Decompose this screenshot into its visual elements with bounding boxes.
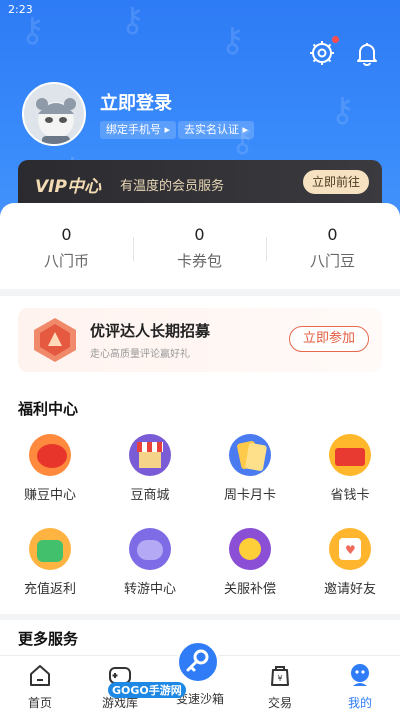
save-money-card-icon: [329, 434, 371, 476]
stat-beans[interactable]: 0 八门豆: [266, 225, 399, 271]
verify-identity-link[interactable]: 去实名认证 ▸: [178, 121, 255, 139]
home-icon: [30, 665, 50, 686]
reviewer-badge-icon: [34, 318, 76, 362]
stat-label: 八门豆: [309, 252, 355, 270]
join-now-button[interactable]: 立即参加: [289, 326, 369, 352]
stat-coupons[interactable]: 0 卡券包: [133, 225, 266, 271]
stat-value: 0: [194, 225, 205, 244]
bind-phone-link[interactable]: 绑定手机号 ▸: [100, 121, 177, 139]
grid-label: 赚豆中心: [23, 488, 76, 503]
invite-friends-icon: ♥: [329, 528, 371, 570]
key-pattern-icon: ⚷: [330, 90, 355, 130]
tab-home[interactable]: 首页: [10, 662, 70, 711]
watermark: GOGO手游网: [108, 682, 186, 698]
settings-icon[interactable]: [309, 40, 335, 66]
week-month-card-icon: [229, 434, 271, 476]
grid-label: 周卡月卡: [223, 488, 276, 503]
recruit-subtitle: 走心高质量评论赢好礼: [90, 349, 190, 360]
recharge-rebate-icon: [29, 528, 71, 570]
tab-profile[interactable]: 我的: [330, 662, 390, 711]
section-title: 更多服务: [18, 630, 79, 648]
grid-label: 充值返利: [23, 582, 76, 597]
speed-sandbox-icon: [186, 649, 209, 672]
key-pattern-icon: ⚷: [20, 10, 45, 50]
welfare-center: 福利中心 赚豆中心 豆商城 周卡月卡 省钱卡 充值返利 转游中心 关服补偿 ♥ …: [0, 382, 400, 614]
tab-label: 我的: [347, 696, 372, 710]
key-pattern-icon: ⚷: [220, 20, 245, 60]
welfare-item-week-month-card[interactable]: 周卡月卡: [210, 434, 290, 503]
bell-icon[interactable]: [354, 40, 380, 66]
grid-label: 省钱卡: [330, 488, 370, 503]
key-pattern-icon: ⚷: [120, 0, 145, 40]
notification-dot: [332, 36, 339, 43]
welfare-item-save-money-card[interactable]: 省钱卡: [310, 434, 390, 503]
vip-subtitle: 有温度的会员服务: [120, 179, 225, 194]
trade-icon: ¥: [271, 666, 289, 686]
status-bar-time: 2:23: [8, 3, 33, 16]
stat-label: 卡券包: [176, 252, 222, 270]
earn-beans-icon: [29, 434, 71, 476]
stat-coins[interactable]: 0 八门币: [0, 225, 133, 271]
transfer-game-icon: [129, 528, 171, 570]
tab-label: 交易: [267, 696, 292, 710]
vip-logo: VIP中心: [35, 177, 101, 197]
grid-label: 关服补偿: [223, 582, 276, 597]
svg-text:¥: ¥: [277, 674, 282, 683]
welfare-item-earn-beans[interactable]: 赚豆中心: [10, 434, 90, 503]
speed-sandbox-button[interactable]: [176, 640, 220, 684]
stat-label: 八门币: [43, 252, 89, 270]
recruit-section: 优评达人长期招募 走心高质量评论赢好礼 立即参加: [0, 296, 400, 382]
welfare-item-recharge-rebate[interactable]: 充值返利: [10, 528, 90, 597]
bean-mall-icon: [129, 434, 171, 476]
stat-value: 0: [61, 225, 72, 244]
vip-go-button[interactable]: 立即前往: [303, 170, 369, 194]
tab-label: 首页: [27, 696, 52, 710]
grid-label: 豆商城: [130, 488, 170, 503]
grid-label: 邀请好友: [323, 582, 376, 597]
welfare-item-bean-mall[interactable]: 豆商城: [110, 434, 190, 503]
recruit-title: 优评达人长期招募: [90, 322, 211, 340]
tab-trade[interactable]: ¥ 交易: [250, 662, 310, 711]
profile-icon: [351, 664, 369, 686]
vip-center-bar[interactable]: VIP中心 有温度的会员服务 立即前往: [18, 160, 382, 206]
recruit-banner[interactable]: 优评达人长期招募 走心高质量评论赢好礼 立即参加: [18, 308, 382, 372]
server-compensation-icon: [229, 528, 271, 570]
stats-card: 0 八门币 0 卡券包 0 八门豆: [0, 203, 400, 289]
welfare-item-transfer-game[interactable]: 转游中心: [110, 528, 190, 597]
stat-value: 0: [327, 225, 338, 244]
welfare-item-invite-friends[interactable]: ♥ 邀请好友: [310, 528, 390, 597]
avatar[interactable]: [22, 82, 86, 146]
login-button[interactable]: 立即登录: [100, 89, 172, 115]
section-title: 福利中心: [18, 400, 79, 418]
grid-label: 转游中心: [123, 582, 176, 597]
welfare-item-server-compensation[interactable]: 关服补偿: [210, 528, 290, 597]
